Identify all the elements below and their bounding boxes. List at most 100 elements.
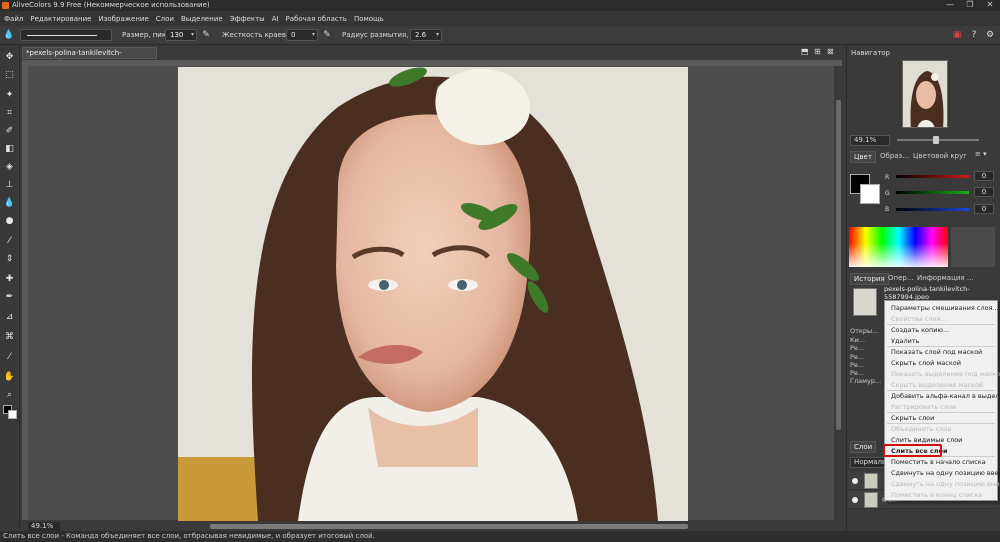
history-row[interactable]: Ре... [850,353,864,361]
healing-tool-icon[interactable]: ✚ [3,273,16,286]
help-icon[interactable]: ? [968,29,980,41]
menu-file[interactable]: Файл [4,15,23,23]
secondary-color-swatch[interactable] [860,184,880,204]
menu-item-show-selection-under-mask[interactable]: Показать выделение под маской [891,370,1000,378]
blue-channel-slider[interactable] [896,208,969,211]
smudge-tool-icon[interactable]: ⁄ [3,235,16,248]
hand-tool-icon[interactable]: ✋ [3,371,16,384]
blend-mode-select[interactable]: Нормаль [850,457,888,468]
minimize-button[interactable]: — [940,0,960,11]
pressure-pen-icon[interactable]: ✎ [321,29,333,41]
fill-tool-icon[interactable]: ◈ [3,161,16,174]
history-row[interactable]: Откры... [850,327,878,335]
menu-item-hide-layers[interactable]: Скрыть слои [891,414,934,422]
close-document-icon[interactable]: ⊠ [827,47,834,56]
tab-color[interactable]: Цвет [850,151,876,163]
pressure-pen-icon[interactable]: ✎ [200,29,212,41]
title-bar: AliveColors 9.9 Free (Некоммерческое исп… [0,0,1000,11]
eraser-tool-icon[interactable]: ◧ [3,143,16,156]
magic-wand-tool-icon[interactable]: ✦ [3,89,16,102]
menu-item-hide-layer-with-mask[interactable]: Скрыть слой маской [891,359,961,367]
history-thumbnail [853,288,877,316]
menu-item-show-layer-under-mask[interactable]: Показать слой под маской [891,348,982,356]
green-value-field[interactable]: 0 [974,187,994,197]
history-row[interactable]: Ре... [850,344,864,352]
red-value-field[interactable]: 0 [974,171,994,181]
pen-tool-icon[interactable]: ✒ [3,291,16,304]
eye-icon[interactable] [852,497,858,503]
menu-effects[interactable]: Эффекты [230,15,265,23]
green-channel-slider[interactable] [896,191,969,194]
history-file-name: pexels-polina-tankilevitch-5587994.jpeo [884,285,970,301]
app-icon [2,2,9,9]
red-channel-slider[interactable] [896,175,969,178]
history-row[interactable]: Ки... [850,336,865,344]
blue-value-field[interactable]: 0 [974,204,994,214]
tab-patterns[interactable]: Образ... [880,150,909,162]
blur-radius-input[interactable]: 2.6 ▾ [410,29,442,41]
tab-layers[interactable]: Слои [850,441,877,453]
document-view-icon[interactable]: ⬒ [801,47,809,56]
menu-item-hide-selection-with-mask[interactable]: Скрыть выделение маской [891,381,983,389]
menu-item-duplicate[interactable]: Создать копию... [891,326,949,334]
menu-item-send-to-back[interactable]: Поместить в конец списка [891,491,982,499]
liquify-tool-icon[interactable]: ⇕ [3,253,16,266]
panel-menu-icon[interactable]: ≡ ▾ [975,150,987,158]
menu-ai[interactable]: AI [272,15,279,23]
menu-item-delete[interactable]: Удалить [891,337,919,345]
close-button[interactable]: ✕ [980,0,1000,11]
vertical-scrollbar[interactable] [836,100,841,430]
navigator-zoom-field[interactable]: 49.1% [850,135,890,146]
shape-tool-icon[interactable]: ⊿ [3,311,16,324]
menu-item-send-backward[interactable]: Сдвинуть на одну позицию вниз [891,480,1000,488]
history-row[interactable]: Гламур... [850,377,881,385]
gear-icon[interactable]: ⚙ [984,29,996,41]
maximize-button[interactable]: ❐ [960,0,980,11]
menu-image[interactable]: Изображение [98,15,148,23]
navigator-preview[interactable] [902,60,948,128]
menu-item-layer-properties[interactable]: Свойства слоя... [891,315,947,323]
size-input[interactable]: 130 ▾ [165,29,197,41]
menu-separator [887,346,995,347]
move-tool-icon[interactable]: ✥ [3,51,16,64]
color-swatches[interactable] [951,227,995,267]
menu-item-merge-visible[interactable]: Слить видимые слои [891,436,962,444]
menu-item-add-alpha-to-selection[interactable]: Добавить альфа-канал в выделение [891,392,1000,400]
menu-item-rasterize-layers[interactable]: Растрировать слои [891,403,956,411]
tab-color-wheel[interactable]: Цветовой круг [913,150,967,162]
hardness-input[interactable]: 0 ▾ [286,29,318,41]
color-spectrum[interactable] [849,227,948,267]
menu-item-bring-to-front[interactable]: Поместить в начало списка [891,458,986,466]
dodge-tool-icon[interactable]: ● [3,215,16,228]
slider-thumb[interactable] [933,136,939,144]
background-color-swatch[interactable] [8,410,17,419]
menu-item-bring-forward[interactable]: Сдвинуть на одну позицию вверх [891,469,1000,477]
text-tool-icon[interactable]: ⌘ [3,331,16,344]
crop-tool-icon[interactable]: ⌗ [3,107,16,120]
navigator-zoom-slider[interactable] [897,136,979,144]
menu-help[interactable]: Помощь [354,15,384,23]
history-row[interactable]: Ре... [850,361,864,369]
brush-preset-picker[interactable] [20,29,112,41]
eyedropper-tool-icon[interactable]: ⁄ [3,351,16,364]
menu-select[interactable]: Выделение [181,15,223,23]
notification-icon[interactable]: ▣ [951,29,963,41]
marquee-tool-icon[interactable]: ⬚ [3,69,16,82]
menu-layers[interactable]: Слои [156,15,174,23]
document-tab[interactable]: *pexels-polina-tankilevitch-5587994.jpg [22,47,157,67]
history-row[interactable]: Ре... [850,369,864,377]
menu-item-merge-layers[interactable]: Объединить слои [891,425,952,433]
stamp-tool-icon[interactable]: ⊥ [3,179,16,192]
image-canvas[interactable] [178,67,688,521]
menu-edit[interactable]: Редактирование [30,15,91,23]
horizontal-scrollbar[interactable] [210,524,688,529]
blur-tool-icon[interactable]: 💧 [3,197,16,210]
color-channel-r-label: R [885,174,890,181]
eye-icon[interactable] [852,478,858,484]
zoom-tool-icon[interactable]: ⌕ [3,389,16,402]
brush-tool-icon[interactable]: ✐ [3,125,16,138]
tile-view-icon[interactable]: ⊞ [814,47,821,56]
menu-workspace[interactable]: Рабочая область [286,15,347,23]
zoom-level-field[interactable]: 49.1% [28,522,60,531]
menu-item-blending-options[interactable]: Параметры смешивания слоя... [891,304,999,312]
